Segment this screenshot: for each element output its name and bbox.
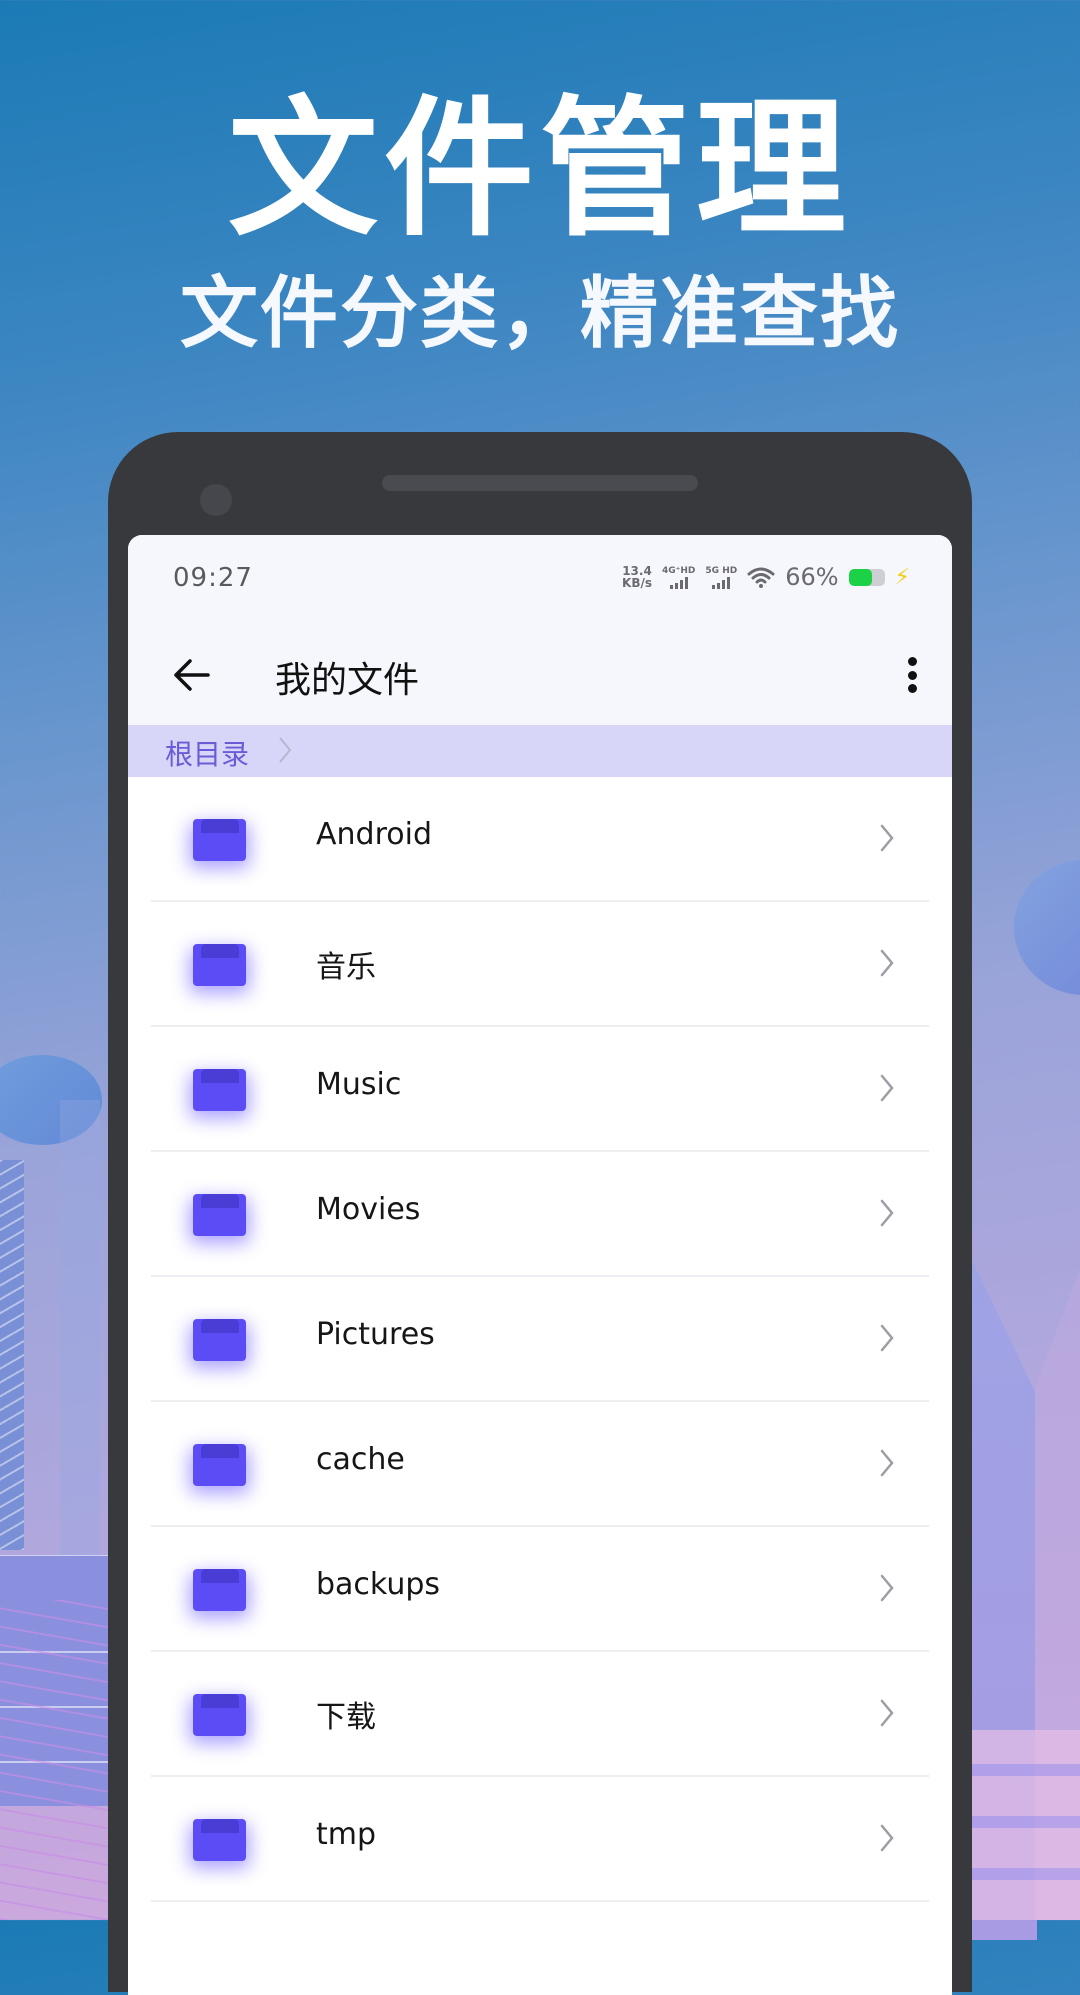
file-list: Android 音乐 Music Movies Pictures cache backups…: [128, 777, 952, 1902]
promo-subheadline: 文件分类，精准查找: [179, 269, 900, 359]
phone-frame: 09:27 13.4 KB/s 4G⁺HD 5G HD 66% ⚡ 我的文件 根…: [108, 432, 972, 1995]
page-title: 我的文件: [275, 660, 420, 701]
decorative-building: [0, 1160, 24, 1550]
divider: [151, 1900, 929, 1902]
folder-icon: [189, 1194, 250, 1244]
lightning-bolt-icon: ⚡: [894, 564, 910, 590]
file-name: Movies: [316, 1192, 421, 1227]
list-item[interactable]: Movies: [128, 1152, 952, 1277]
chevron-right-icon: [880, 1574, 894, 1602]
decorative-pattern: [0, 1600, 108, 1920]
file-name: 音乐: [316, 950, 376, 985]
wifi-icon: [747, 567, 775, 588]
file-name: Music: [316, 1067, 402, 1102]
list-item[interactable]: Pictures: [128, 1277, 952, 1402]
camera-icon: [200, 484, 232, 516]
signal-5g-label: 5G HD: [705, 565, 738, 576]
speaker-slot: [382, 475, 698, 491]
decorative-building: [60, 1100, 100, 1555]
list-item[interactable]: 下载: [128, 1652, 952, 1777]
chevron-right-icon: [279, 737, 292, 763]
status-bar: 09:27 13.4 KB/s 4G⁺HD 5G HD 66% ⚡: [128, 535, 952, 625]
battery-icon: [848, 568, 885, 586]
chevron-right-icon: [880, 824, 894, 852]
arrow-left-icon[interactable]: [168, 653, 216, 697]
battery-percent: 66%: [785, 563, 839, 591]
list-item[interactable]: Android: [128, 777, 952, 902]
list-item[interactable]: 音乐: [128, 902, 952, 1027]
network-speed: 13.4 KB/s: [622, 565, 652, 589]
app-bar: 我的文件: [128, 625, 952, 725]
chevron-right-icon: [880, 1199, 894, 1227]
chevron-right-icon: [880, 1699, 894, 1727]
signal-5g-icon: 5G HD: [705, 566, 737, 589]
signal-4g-icon: 4G⁺HD: [662, 566, 695, 589]
chevron-right-icon: [880, 1824, 894, 1852]
chevron-right-icon: [880, 1449, 894, 1477]
chevron-right-icon: [880, 949, 894, 977]
folder-icon: [189, 1444, 250, 1494]
list-item[interactable]: backups: [128, 1527, 952, 1652]
breadcrumb: 根目录: [128, 725, 952, 777]
chevron-right-icon: [880, 1074, 894, 1102]
list-item[interactable]: tmp: [128, 1777, 952, 1902]
more-vertical-icon[interactable]: [902, 653, 922, 697]
folder-icon: [189, 1819, 250, 1869]
file-name: backups: [316, 1567, 441, 1602]
network-speed-unit: KB/s: [622, 576, 652, 590]
promo-headline: 文件管理: [227, 83, 852, 257]
status-time: 09:27: [173, 563, 253, 593]
file-name: cache: [316, 1442, 405, 1477]
list-item[interactable]: cache: [128, 1402, 952, 1527]
battery-level-fill: [848, 568, 873, 586]
status-icons: 13.4 KB/s 4G⁺HD 5G HD 66% ⚡: [622, 563, 910, 591]
file-name: Pictures: [316, 1317, 435, 1352]
folder-icon: [189, 1069, 250, 1119]
folder-icon: [189, 1694, 250, 1744]
file-name: tmp: [316, 1817, 377, 1852]
phone-screen: 09:27 13.4 KB/s 4G⁺HD 5G HD 66% ⚡ 我的文件 根…: [128, 535, 952, 1995]
signal-4g-label: 4G⁺HD: [662, 565, 696, 576]
decorative-blob: [1014, 860, 1080, 995]
folder-icon: [189, 1569, 250, 1619]
file-name: Android: [316, 817, 432, 852]
folder-icon: [189, 819, 250, 869]
folder-icon: [189, 1319, 250, 1369]
list-item[interactable]: Music: [128, 1027, 952, 1152]
folder-icon: [189, 944, 250, 994]
decorative-pattern: [972, 1730, 1080, 1920]
breadcrumb-root[interactable]: 根目录: [165, 733, 249, 773]
chevron-right-icon: [880, 1324, 894, 1352]
file-name: 下载: [316, 1700, 376, 1735]
